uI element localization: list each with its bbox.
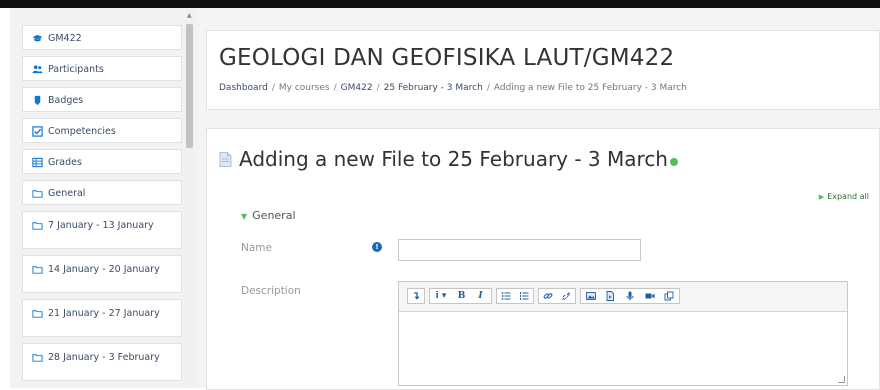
form-card: Adding a new File to 25 February - 3 Mar… — [206, 128, 880, 390]
graduation-cap-icon — [31, 32, 43, 44]
toolbar-group-lists — [496, 288, 534, 304]
file-icon — [219, 151, 232, 167]
section-general-toggle[interactable]: ▼ General — [241, 209, 296, 222]
link-icon[interactable] — [539, 289, 557, 303]
sidebar-item-week-2[interactable]: 14 January - 20 January — [22, 255, 182, 293]
drawer-scrollbar-thumb[interactable] — [186, 24, 193, 148]
ordered-list-icon[interactable] — [515, 289, 533, 303]
sidebar-item-week-1[interactable]: 7 January - 13 January — [22, 211, 182, 249]
sidebar-item-label: 28 January - 3 February — [48, 352, 160, 363]
breadcrumb-my-courses[interactable]: My courses — [279, 83, 330, 93]
show-more-buttons-icon[interactable] — [408, 289, 424, 303]
sidebar-item-label: 7 January - 13 January — [48, 220, 154, 231]
sidebar-item-label: Competencies — [48, 125, 116, 137]
nav-list: GM422 Participants Badges Competencies G… — [22, 25, 182, 387]
top-navbar — [0, 0, 880, 8]
sidebar-item-label: Badges — [48, 94, 84, 106]
required-info-icon[interactable]: ! — [372, 242, 382, 252]
expand-all-link[interactable]: ▶ Expand all — [819, 192, 869, 201]
help-icon[interactable] — [669, 158, 678, 166]
table-icon — [31, 156, 43, 168]
page-header: GEOLOGI DAN GEOFISIKA LAUT/GM422 Dashboa… — [206, 30, 880, 110]
record-video-icon[interactable] — [640, 289, 660, 303]
insert-media-icon[interactable] — [601, 289, 621, 303]
breadcrumb: Dashboard / My courses / GM422/25 February -… — [219, 83, 687, 93]
triangle-right-icon: ▶ — [818, 193, 825, 201]
expand-all-label: Expand all — [827, 192, 869, 201]
toolbar-group-links — [538, 288, 576, 304]
sidebar-item-label: 21 January - 27 January — [48, 308, 160, 319]
folder-icon — [31, 351, 43, 363]
unordered-list-icon[interactable] — [497, 289, 515, 303]
sidebar-item-label: Grades — [48, 156, 82, 168]
name-field[interactable] — [398, 239, 641, 261]
main-region: GEOLOGI DAN GEOFISIKA LAUT/GM422 Dashboa… — [198, 8, 880, 390]
folder-icon — [31, 263, 43, 275]
sidebar-item-general[interactable]: General — [22, 180, 182, 205]
breadcrumb-current: Adding a new File to 25 February - 3 Mar… — [493, 83, 687, 93]
form-heading-text: Adding a new File to 25 February - 3 Mar… — [239, 147, 668, 171]
nav-drawer: GM422 Participants Badges Competencies G… — [10, 8, 199, 388]
scroll-up-arrow-icon[interactable]: ▲ — [187, 12, 192, 19]
sidebar-item-competencies[interactable]: Competencies — [22, 118, 182, 143]
folder-icon — [31, 307, 43, 319]
sidebar-item-week-3[interactable]: 21 January - 27 January — [22, 299, 182, 337]
description-label: Description — [241, 285, 301, 297]
checkbox-icon — [31, 125, 43, 137]
unlink-icon[interactable] — [557, 289, 575, 303]
breadcrumb-dashboard[interactable]: Dashboard — [219, 83, 268, 93]
sidebar-item-label: Participants — [48, 63, 104, 75]
badge-icon — [31, 94, 43, 106]
description-editor[interactable]: i ▾ B I — [398, 281, 848, 386]
toolbar-group-media — [580, 288, 680, 304]
folder-icon — [31, 187, 43, 199]
section-general-label: General — [252, 209, 296, 222]
toolbar-group-style: i ▾ B I — [429, 288, 492, 304]
page-title: GEOLOGI DAN GEOFISIKA LAUT/GM422 — [219, 45, 675, 71]
users-icon — [31, 63, 43, 75]
name-label: Name — [241, 242, 272, 254]
folder-icon — [31, 219, 43, 231]
sidebar-item-participants[interactable]: Participants — [22, 56, 182, 81]
breadcrumb-section[interactable]: 25 February - 3 March — [384, 83, 483, 93]
sidebar-item-week-4[interactable]: 28 January - 3 February — [22, 343, 182, 381]
description-textarea[interactable] — [399, 312, 847, 385]
paragraph-styles-icon[interactable]: i ▾ — [430, 289, 452, 303]
breadcrumb-course[interactable]: GM422 — [341, 83, 373, 93]
sidebar-item-label: GM422 — [48, 32, 82, 44]
manage-files-icon[interactable] — [659, 289, 679, 303]
sidebar-item-badges[interactable]: Badges — [22, 87, 182, 112]
record-audio-icon[interactable] — [620, 289, 640, 303]
editor-toolbar: i ▾ B I — [399, 282, 847, 312]
caret-down-icon: ▼ — [241, 212, 248, 221]
sidebar-item-course[interactable]: GM422 — [22, 25, 182, 50]
sidebar-item-label: 14 January - 20 January — [48, 264, 160, 275]
sidebar-item-grades[interactable]: Grades — [22, 149, 182, 174]
italic-icon[interactable]: I — [471, 289, 490, 303]
sidebar-item-label: General — [48, 187, 86, 199]
toolbar-group-collapse — [407, 288, 425, 304]
resize-handle-icon[interactable] — [838, 376, 845, 383]
form-heading: Adding a new File to 25 February - 3 Mar… — [219, 147, 678, 171]
bold-icon[interactable]: B — [452, 289, 471, 303]
insert-image-icon[interactable] — [581, 289, 601, 303]
